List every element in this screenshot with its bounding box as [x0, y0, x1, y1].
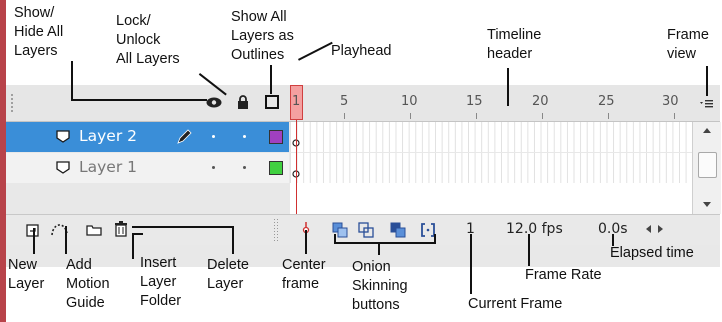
leader-line — [706, 66, 708, 96]
scroll-right-icon[interactable] — [658, 225, 663, 233]
callout-lock-unlock-all-layers: Lock/ Unlock All Layers — [116, 13, 180, 67]
layer-type-icon — [56, 130, 70, 143]
leader-line — [507, 68, 509, 106]
leader-line — [71, 99, 207, 101]
frame-row-layer-2[interactable] — [290, 122, 692, 152]
leader-line — [334, 242, 436, 244]
callout-insert-layer-folder: Insert Layer Folder — [140, 255, 182, 309]
visibility-toggle[interactable] — [212, 166, 215, 169]
leader-line — [132, 226, 234, 228]
leader-line — [33, 228, 35, 254]
callout-new-layer: New Layer — [8, 257, 45, 292]
ruler-tick — [674, 113, 675, 119]
scroll-down-icon[interactable] — [703, 202, 711, 207]
callout-current-frame: Current Frame — [468, 296, 563, 312]
timeline-header: 1 5 10 15 20 25 30 — [6, 85, 720, 122]
outline-color-swatch[interactable] — [269, 130, 283, 144]
callout-center-frame: Center frame — [282, 257, 326, 292]
vertical-scrollbar[interactable] — [692, 122, 721, 214]
layer-row-layer-2[interactable]: Layer 2 — [6, 122, 289, 152]
ruler-label: 20 — [532, 94, 549, 109]
callout-show-all-layers-as-outlines: Show All Layers as Outlines — [231, 9, 294, 63]
leader-line — [132, 233, 134, 259]
lock-icon[interactable] — [237, 95, 249, 109]
edit-multiple-frames-icon[interactable] — [390, 222, 406, 238]
lock-toggle[interactable] — [243, 135, 246, 138]
divider — [277, 219, 278, 241]
leader-line — [528, 234, 530, 266]
scroll-up-icon[interactable] — [703, 128, 711, 133]
callout-delete-layer: Delete Layer — [207, 257, 249, 292]
ruler-label: 1 — [292, 94, 301, 109]
leader-line — [65, 226, 67, 254]
ruler-tick — [608, 113, 609, 119]
leader-line — [434, 234, 436, 244]
empty-frame-area — [290, 183, 692, 215]
pencil-icon — [176, 129, 192, 145]
ruler-tick — [344, 113, 345, 119]
callout-show-hide-all-layers: Show/ Hide All Layers — [14, 5, 64, 59]
lock-toggle[interactable] — [243, 166, 246, 169]
onion-skin-outlines-icon[interactable] — [358, 222, 374, 238]
layer-name[interactable]: Layer 2 — [79, 127, 137, 145]
callout-frame-view: Frame view — [667, 27, 709, 62]
leader-line — [71, 61, 73, 101]
frame-view-menu-icon[interactable] — [700, 97, 714, 109]
ruler-tick — [542, 113, 543, 119]
ruler-label: 5 — [340, 94, 349, 109]
panel-grip[interactable] — [10, 93, 14, 113]
outline-icon[interactable] — [265, 95, 279, 109]
frame-rate-value[interactable]: 12.0 fps — [506, 221, 563, 237]
callout-playhead: Playhead — [331, 43, 392, 59]
outline-color-swatch[interactable] — [269, 161, 283, 175]
leader-line — [298, 41, 333, 61]
scrollbar-thumb[interactable] — [698, 152, 717, 178]
leader-line — [133, 233, 143, 235]
folder-icon[interactable] — [86, 224, 102, 236]
layer-type-icon — [56, 161, 70, 174]
scroll-left-icon[interactable] — [646, 225, 651, 233]
ruler-label: 25 — [598, 94, 615, 109]
callout-timeline-header: Timeline header — [487, 27, 542, 62]
callout-frame-rate: Frame Rate — [525, 267, 602, 283]
ruler-label: 30 — [662, 94, 679, 109]
callout-add-motion-guide: Add Motion Guide — [66, 257, 110, 311]
visibility-toggle[interactable] — [212, 135, 215, 138]
frame-row-layer-1[interactable] — [290, 153, 692, 183]
leader-line — [232, 226, 234, 254]
motion-guide-icon[interactable] — [50, 221, 70, 237]
callout-onion-skinning-buttons: Onion Skinning buttons — [352, 259, 408, 313]
leader-line — [470, 234, 472, 294]
leader-line — [378, 243, 380, 255]
leader-line — [305, 230, 307, 254]
divider — [274, 219, 275, 241]
callout-elapsed-time: Elapsed time — [610, 245, 694, 261]
ruler-tick — [476, 113, 477, 119]
eye-icon[interactable] — [206, 97, 222, 108]
ruler-label: 10 — [401, 94, 418, 109]
layer-row-layer-1[interactable]: Layer 1 — [6, 153, 289, 183]
ruler-label: 15 — [466, 94, 483, 109]
leader-line — [270, 65, 272, 94]
trash-icon[interactable] — [114, 221, 128, 237]
ruler-tick — [410, 113, 411, 119]
layer-name[interactable]: Layer 1 — [79, 158, 137, 176]
